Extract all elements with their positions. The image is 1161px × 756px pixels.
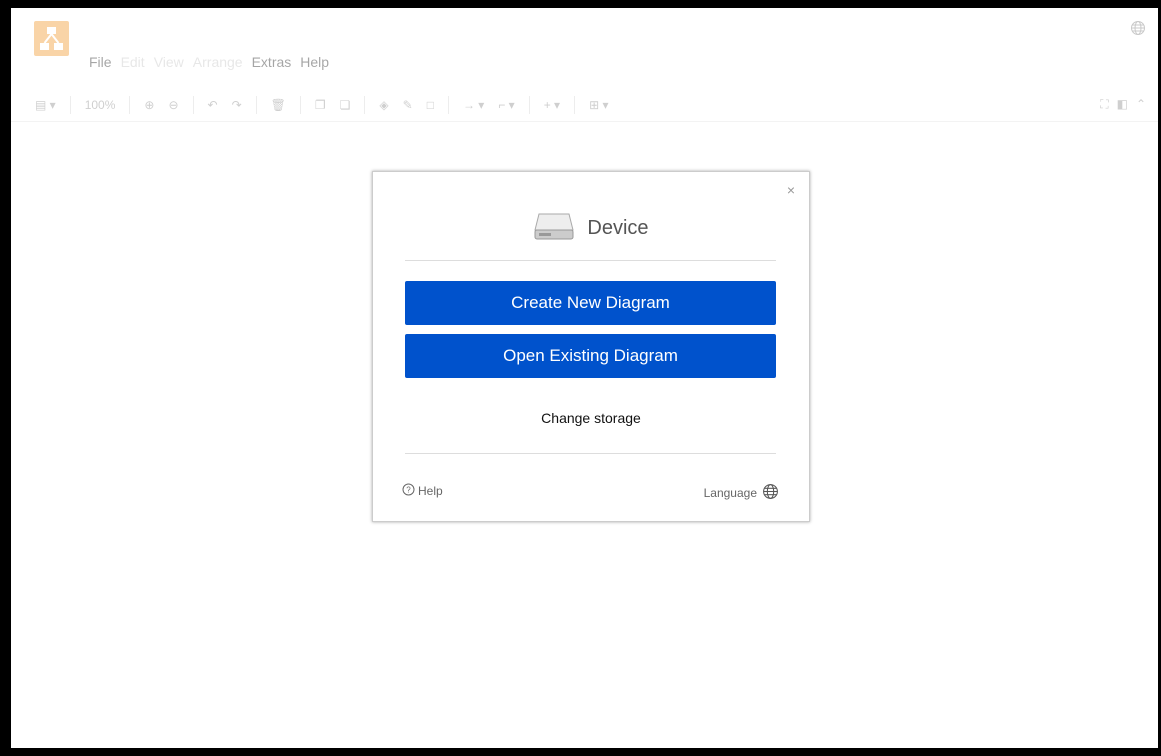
menu-help[interactable]: Help [300, 54, 329, 70]
storage-dialog: × Device Create New Diagram Open Existin… [372, 171, 810, 522]
waypoints-icon[interactable]: ⌐ ▾ [498, 98, 514, 112]
toolbar-right: ⛶ ◧ ⌃ [1100, 97, 1146, 112]
toolbar-divider [69, 95, 71, 114]
device-drive-icon [533, 210, 575, 247]
menu-edit[interactable]: Edit [121, 54, 145, 70]
help-label: Help [418, 484, 443, 498]
zoom-out-icon[interactable]: ⊖ [168, 98, 178, 112]
insert-icon[interactable]: + ▾ [544, 98, 560, 112]
collapse-icon[interactable]: ⌃ [1136, 97, 1146, 112]
zoom-in-icon[interactable]: ⊕ [144, 98, 154, 112]
divider [405, 260, 776, 261]
menu-view[interactable]: View [154, 54, 184, 70]
help-link[interactable]: ? Help [402, 483, 443, 499]
app-header: File Edit View Arrange Extras Help ▤ ▾ 1… [11, 8, 1158, 132]
app-window: File Edit View Arrange Extras Help ▤ ▾ 1… [11, 8, 1158, 748]
dialog-title: Device [587, 216, 649, 239]
connection-icon[interactable]: → ▾ [463, 98, 484, 112]
toolbar-divider [299, 95, 301, 114]
redo-icon[interactable]: ↷ [232, 98, 242, 112]
drawio-logo-icon [34, 21, 69, 56]
to-back-icon[interactable]: ❏ [340, 98, 351, 112]
line-color-icon[interactable]: ✎ [403, 98, 413, 112]
format-toggle-icon[interactable]: ◧ [1117, 97, 1128, 112]
change-storage-link[interactable]: Change storage [373, 410, 809, 426]
create-new-diagram-button[interactable]: Create New Diagram [405, 281, 776, 325]
undo-icon[interactable]: ↶ [208, 98, 218, 112]
dialog-header: Device [373, 210, 809, 246]
svg-text:?: ? [406, 486, 411, 495]
toolbar: ▤ ▾ 100% ⊕ ⊖ ↶ ↷ 🗑 ❐ ❏ ◈ ✎ □ → ▾ ⌐ ▾ + ▾… [11, 88, 1158, 122]
close-icon[interactable]: × [787, 182, 795, 198]
language-link[interactable]: Language [704, 483, 779, 503]
open-existing-diagram-button[interactable]: Open Existing Diagram [405, 334, 776, 378]
toolbar-divider [528, 95, 530, 114]
toolbar-divider [192, 95, 194, 114]
delete-icon[interactable]: 🗑 [271, 98, 286, 112]
toolbar-divider [255, 95, 257, 114]
to-front-icon[interactable]: ❐ [315, 98, 326, 112]
fill-color-icon[interactable]: ◈ [379, 98, 388, 112]
format-panel-icon[interactable]: ▤ ▾ [35, 98, 56, 112]
fullscreen-icon[interactable]: ⛶ [1100, 97, 1108, 112]
menu-extras[interactable]: Extras [252, 54, 292, 70]
zoom-select[interactable]: 100% [85, 98, 116, 112]
divider [405, 453, 776, 454]
table-icon[interactable]: ⊞ ▾ [589, 98, 608, 112]
menu-bar: File Edit View Arrange Extras Help [89, 54, 338, 70]
help-icon: ? [402, 483, 415, 499]
toolbar-divider [447, 95, 449, 114]
menu-arrange[interactable]: Arrange [193, 54, 243, 70]
globe-icon [762, 483, 779, 503]
toolbar-divider [574, 95, 576, 114]
menu-file[interactable]: File [89, 54, 112, 70]
toolbar-divider [364, 95, 366, 114]
language-label: Language [703, 486, 757, 500]
shadow-icon[interactable]: □ [427, 98, 434, 112]
toolbar-divider [129, 95, 131, 114]
language-globe-icon[interactable] [1130, 20, 1146, 36]
